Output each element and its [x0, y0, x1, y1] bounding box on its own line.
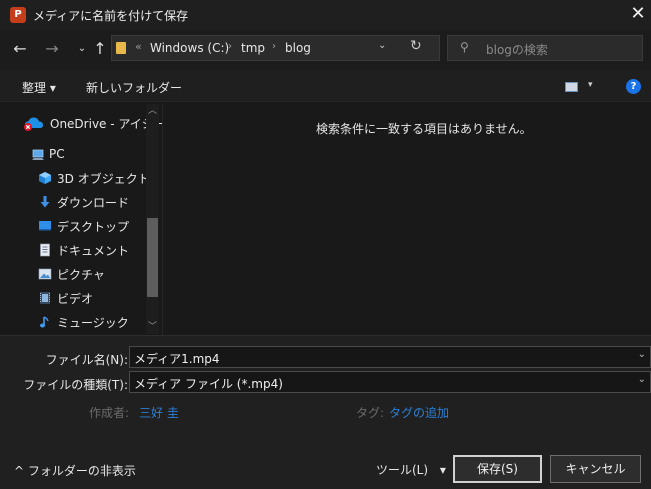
- author-value[interactable]: 三好 圭: [139, 404, 179, 421]
- 3d-objects-icon: [39, 172, 51, 184]
- sidebar-item-label: ミュージック: [57, 316, 129, 330]
- sidebar-item-videos[interactable]: ビデオ: [0, 286, 145, 310]
- sidebar-item-label: 3D オブジェクト: [57, 172, 150, 186]
- sidebar-item-onedrive[interactable]: OneDrive - アイシー: [0, 111, 166, 135]
- search-placeholder: blogの検索: [486, 43, 548, 57]
- forward-button[interactable]: →: [42, 38, 62, 60]
- tags-label: タグ:: [356, 406, 385, 420]
- hide-folders-label: フォルダーの非表示: [27, 464, 136, 478]
- onedrive-icon: [24, 117, 43, 131]
- author-label: 作成者:: [89, 406, 130, 420]
- new-folder-button[interactable]: 新しいフォルダー: [86, 79, 182, 96]
- pictures-icon: [38, 268, 52, 280]
- documents-icon: [40, 243, 50, 257]
- sidebar-item-music[interactable]: ミュージック: [0, 310, 145, 334]
- sidebar-item-label: ピクチャ: [57, 268, 105, 282]
- organize-button[interactable]: 整理 ▾: [22, 79, 56, 96]
- sidebar-item-label: ドキュメント: [57, 244, 130, 258]
- chevron-up-icon: ^: [14, 464, 25, 478]
- sidebar-item-pc[interactable]: PC: [0, 143, 145, 167]
- view-options-chevron-icon[interactable]: ▾: [588, 80, 593, 90]
- breadcrumb-separator-icon[interactable]: ›: [272, 41, 276, 52]
- chevron-down-icon[interactable]: ⌄: [638, 374, 646, 385]
- up-button[interactable]: ↑: [90, 38, 110, 60]
- close-button[interactable]: ✕: [625, 2, 651, 28]
- tags-value[interactable]: タグの追加: [389, 404, 449, 421]
- powerpoint-app-icon: P: [10, 7, 30, 23]
- folder-icon: [116, 42, 126, 54]
- tools-label: ツール(L): [376, 463, 429, 477]
- download-icon: [40, 196, 50, 208]
- breadcrumb-separator-icon[interactable]: ›: [228, 41, 232, 52]
- empty-results-message: 検索条件に一致する項目はありません。: [316, 122, 532, 136]
- breadcrumb-overflow-icon[interactable]: «: [135, 40, 142, 53]
- scroll-up-icon[interactable]: ︿: [148, 103, 157, 116]
- sidebar-scrollbar-thumb[interactable]: [147, 218, 158, 297]
- filename-field[interactable]: メディア1.mp4 ⌄: [129, 346, 651, 368]
- hide-folders-button[interactable]: ^ フォルダーの非表示: [14, 462, 136, 479]
- filename-value[interactable]: メディア1.mp4: [134, 350, 220, 367]
- filename-label: ファイル名(N):: [45, 353, 128, 367]
- pc-icon: [32, 149, 44, 160]
- videos-icon: [40, 292, 50, 304]
- save-button[interactable]: 保存(S): [453, 455, 542, 483]
- sidebar-item-pictures[interactable]: ピクチャ: [0, 262, 145, 286]
- scroll-down-icon[interactable]: ﹀: [148, 319, 157, 332]
- breadcrumb-windows-c[interactable]: Windows (C:): [150, 41, 229, 55]
- breadcrumb-blog[interactable]: blog: [285, 41, 311, 55]
- sidebar-item-3d-objects[interactable]: 3D オブジェクト: [0, 166, 150, 190]
- filetype-label: ファイルの種類(T):: [23, 378, 128, 392]
- filetype-value[interactable]: メディア ファイル (*.mp4): [134, 375, 283, 392]
- sidebar-item-label: デスクトップ: [57, 220, 130, 234]
- sidebar-item-label: ダウンロード: [57, 196, 130, 210]
- breadcrumb-tmp[interactable]: tmp: [241, 41, 265, 55]
- window-title: メディアに名前を付けて保存: [33, 9, 189, 23]
- address-dropdown-icon[interactable]: ⌄: [378, 40, 386, 51]
- file-list-pane[interactable]: [162, 103, 651, 335]
- sidebar-item-downloads[interactable]: ダウンロード: [0, 190, 145, 214]
- filetype-select[interactable]: メディア ファイル (*.mp4) ⌄: [129, 371, 651, 393]
- back-button[interactable]: ←: [10, 38, 30, 60]
- recent-locations-button[interactable]: ⌄: [72, 38, 92, 60]
- desktop-icon: [39, 221, 51, 231]
- view-options-icon[interactable]: [565, 82, 578, 92]
- tools-button[interactable]: ツール(L) ▾: [376, 461, 446, 478]
- search-icon: ⚲: [460, 40, 469, 54]
- sidebar-item-label: ビデオ: [57, 292, 94, 306]
- help-icon[interactable]: ?: [626, 79, 641, 94]
- cancel-button[interactable]: キャンセル: [550, 455, 641, 483]
- sidebar-item-desktop[interactable]: デスクトップ: [0, 214, 145, 238]
- sidebar-item-documents[interactable]: ドキュメント: [0, 238, 145, 262]
- refresh-button[interactable]: ↻: [410, 38, 422, 54]
- music-icon: [40, 316, 49, 328]
- chevron-down-icon: ▾: [439, 463, 446, 477]
- chevron-down-icon[interactable]: ⌄: [638, 349, 646, 360]
- sidebar-item-label: PC: [49, 147, 65, 161]
